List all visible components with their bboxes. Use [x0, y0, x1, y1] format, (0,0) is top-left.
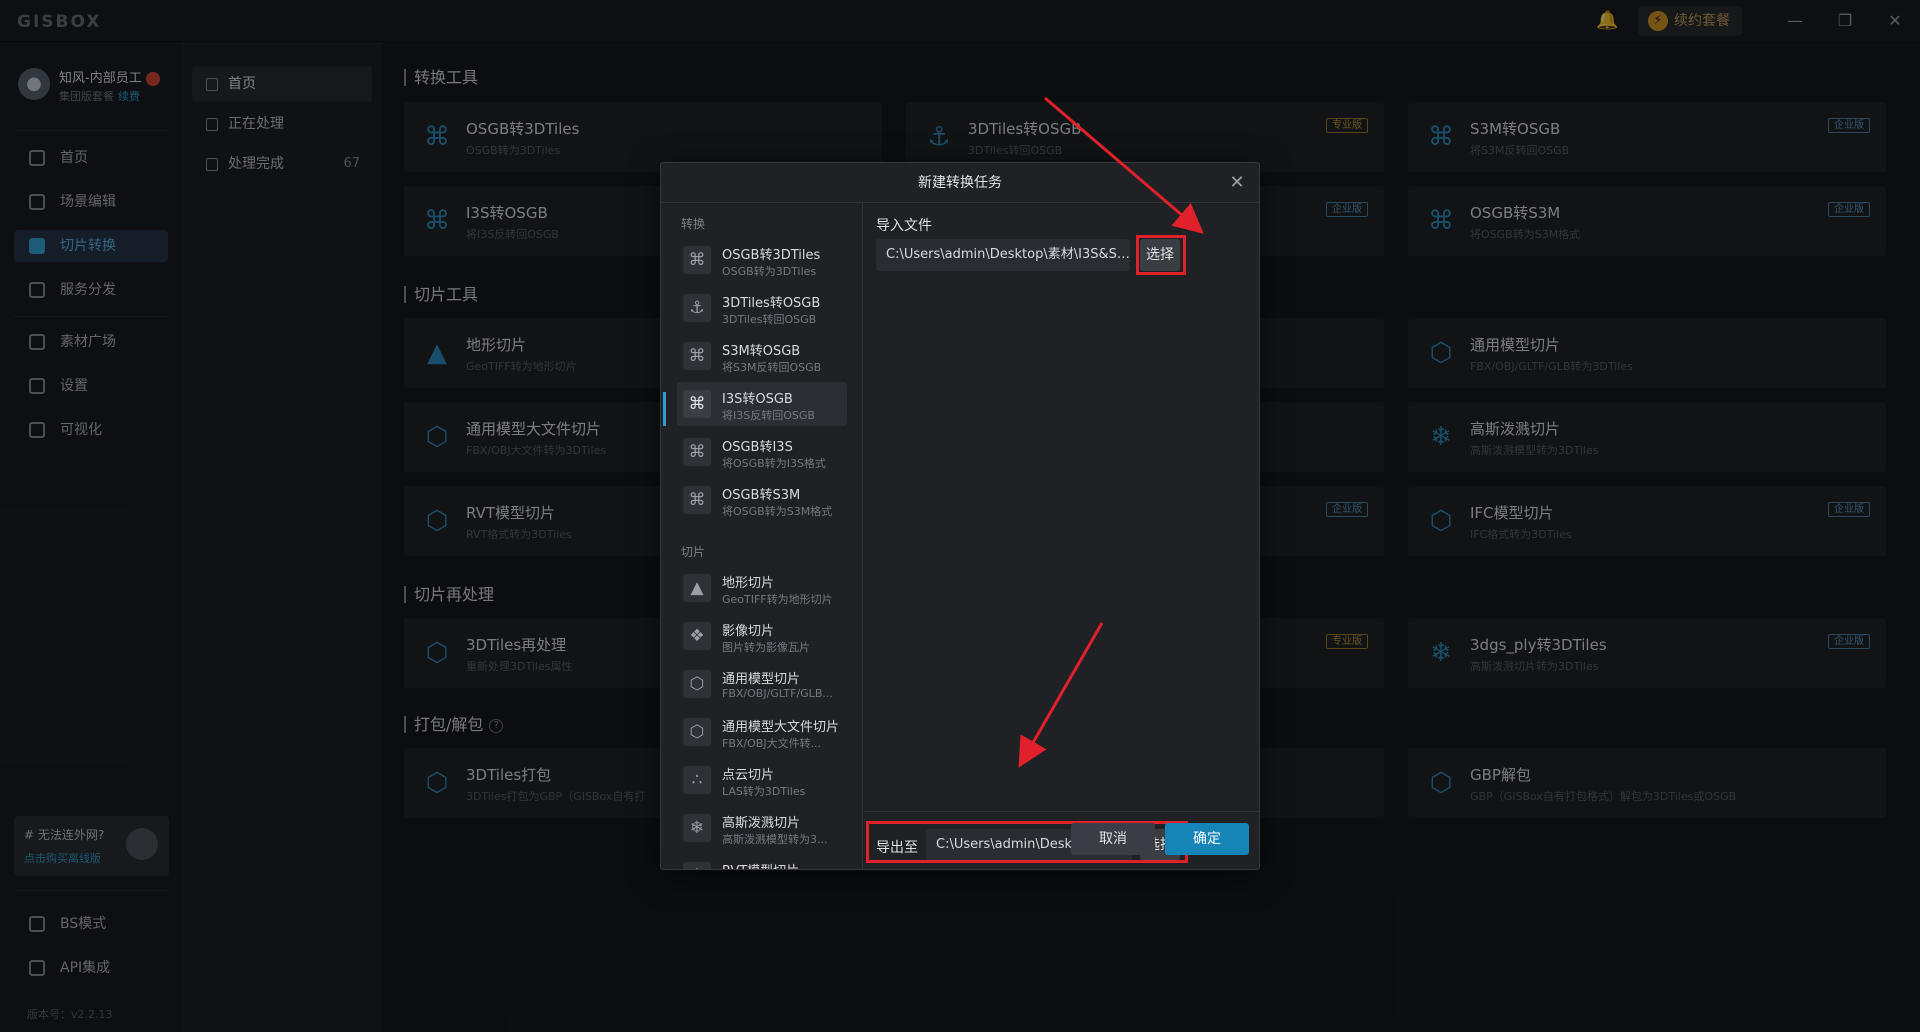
- arrow-to-export-row: [1018, 622, 1104, 768]
- arrow-to-import-button: [1044, 96, 1204, 234]
- annotation-arrows: [1018, 96, 1204, 768]
